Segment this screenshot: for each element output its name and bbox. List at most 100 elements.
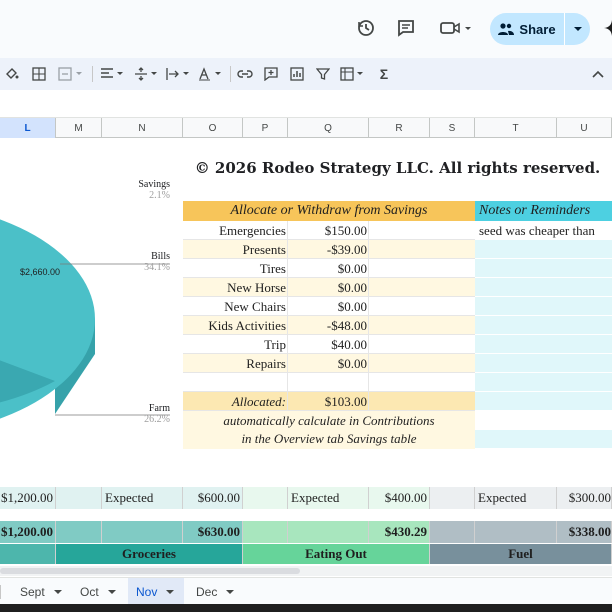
- filter-icon[interactable]: [314, 63, 332, 85]
- note-cell[interactable]: [475, 411, 612, 430]
- insert-link-icon[interactable]: [236, 63, 254, 85]
- actual-cell[interactable]: [475, 521, 557, 543]
- column-header-u[interactable]: U: [557, 118, 612, 138]
- note-cell[interactable]: [475, 259, 612, 278]
- category-fuel[interactable]: Fuel: [430, 544, 612, 564]
- meet-icon[interactable]: [436, 14, 476, 42]
- text-wrap-icon[interactable]: [164, 63, 194, 85]
- actual-cell[interactable]: [102, 521, 183, 543]
- note-cell[interactable]: [475, 316, 612, 335]
- actual-value-eating-out[interactable]: $430.29: [369, 521, 430, 543]
- gemini-icon[interactable]: [598, 14, 612, 42]
- allocated-value[interactable]: $103.00: [288, 392, 367, 411]
- savings-category-label[interactable]: Repairs: [183, 354, 286, 373]
- actual-cell[interactable]: [56, 521, 102, 543]
- column-header-q[interactable]: Q: [288, 118, 369, 138]
- note-cell[interactable]: [475, 278, 612, 297]
- share-options-button[interactable]: [565, 13, 590, 45]
- category-groceries[interactable]: Groceries: [56, 544, 243, 564]
- column-header-r[interactable]: R: [369, 118, 430, 138]
- actual-left-value[interactable]: $1,200.00: [0, 521, 56, 543]
- actual-cell[interactable]: [243, 521, 288, 543]
- actual-value-groceries[interactable]: $630.00: [183, 521, 243, 543]
- merge-cells-icon[interactable]: [56, 63, 86, 85]
- savings-category-label[interactable]: New Chairs: [183, 297, 286, 316]
- actual-value-fuel[interactable]: $338.00: [557, 521, 612, 543]
- functions-icon[interactable]: Σ: [376, 63, 392, 85]
- savings-amount[interactable]: $0.00: [288, 354, 367, 373]
- savings-amount[interactable]: -$39.00: [288, 240, 367, 259]
- column-header-s[interactable]: S: [430, 118, 475, 138]
- expected-left-value[interactable]: $1,200.00: [0, 487, 56, 509]
- note-cell[interactable]: [475, 373, 612, 392]
- savings-amount[interactable]: $150.00: [288, 221, 367, 240]
- pie-label-bills: Bills 34.1%: [100, 251, 170, 273]
- formula-bar[interactable]: [0, 90, 612, 118]
- column-header-m[interactable]: M: [56, 118, 102, 138]
- savings-category-label[interactable]: Trip: [183, 335, 286, 354]
- allocated-label: Allocated:: [231, 393, 286, 409]
- insert-chart-icon[interactable]: [288, 63, 306, 85]
- actual-cell[interactable]: [288, 521, 369, 543]
- horizontal-scrollbar[interactable]: [0, 566, 612, 576]
- tab-nov[interactable]: Nov: [128, 578, 184, 605]
- savings-table-header[interactable]: Allocate or Withdraw from Savings: [183, 201, 475, 221]
- expected-label-eating-out[interactable]: Expected: [288, 487, 369, 509]
- savings-amount[interactable]: -$48.00: [288, 316, 367, 335]
- savings-category-label[interactable]: Presents: [183, 240, 286, 259]
- pie-slice-bills[interactable]: [0, 201, 95, 437]
- horizontal-scrollbar-thumb[interactable]: [0, 568, 300, 574]
- column-header-l[interactable]: L: [0, 118, 56, 138]
- tab-dec[interactable]: Dec: [188, 578, 242, 605]
- borders-icon[interactable]: [30, 63, 48, 85]
- column-header-o[interactable]: O: [183, 118, 243, 138]
- version-history-icon[interactable]: [352, 14, 380, 42]
- expected-label-groceries[interactable]: Expected: [102, 487, 183, 509]
- expected-label-fuel[interactable]: Expected: [475, 487, 557, 509]
- note-cell[interactable]: [475, 335, 612, 354]
- tab-oct[interactable]: Oct: [72, 578, 124, 605]
- savings-category-label[interactable]: Kids Activities: [183, 316, 286, 335]
- category-eating-out[interactable]: Eating Out: [243, 544, 430, 564]
- expected-cell[interactable]: [243, 487, 288, 509]
- column-header-t[interactable]: T: [475, 118, 557, 138]
- column-header-n[interactable]: N: [102, 118, 183, 138]
- expected-value-fuel[interactable]: $300.00: [557, 487, 612, 509]
- column-header-p[interactable]: P: [243, 118, 288, 138]
- share-button[interactable]: Share: [490, 13, 564, 45]
- note-cell[interactable]: [475, 354, 612, 373]
- note-cell[interactable]: [475, 297, 612, 316]
- savings-category-label[interactable]: Emergencies: [183, 221, 286, 240]
- savings-category-label[interactable]: Tires: [183, 259, 286, 278]
- tab-sept[interactable]: Sept: [12, 578, 70, 605]
- savings-amount[interactable]: $0.00: [288, 278, 367, 297]
- expected-value-groceries[interactable]: $600.00: [183, 487, 243, 509]
- actual-cell[interactable]: [430, 521, 475, 543]
- note-cell[interactable]: [475, 430, 612, 449]
- fill-color-icon[interactable]: [4, 63, 20, 85]
- note-cell[interactable]: [475, 392, 612, 411]
- category-cell[interactable]: [0, 544, 56, 564]
- pie-label-savings: Savings 2.1%: [100, 179, 170, 201]
- sheet-grid[interactable]: $2,660.00 Savings 2.1% Bills 34.1% Farm …: [0, 139, 612, 577]
- pie-label-savings-pct: 2.1%: [149, 190, 170, 201]
- horizontal-align-icon[interactable]: [98, 63, 128, 85]
- expected-cell[interactable]: [56, 487, 102, 509]
- notes-table-header[interactable]: Notes or Reminders: [475, 201, 612, 221]
- text-rotation-icon[interactable]: [196, 63, 226, 85]
- vertical-align-icon[interactable]: [132, 63, 162, 85]
- insert-comment-icon[interactable]: [262, 63, 280, 85]
- top-bar: Share: [0, 0, 612, 58]
- savings-category-label[interactable]: New Horse: [183, 278, 286, 297]
- chevron-down-icon: [107, 589, 116, 594]
- savings-amount[interactable]: $0.00: [288, 259, 367, 278]
- note-cell[interactable]: [475, 240, 612, 259]
- filter-views-icon[interactable]: [338, 63, 368, 85]
- note-cell[interactable]: seed was cheaper than: [475, 221, 612, 240]
- comments-icon[interactable]: [392, 14, 420, 42]
- expected-value-eating-out[interactable]: $400.00: [369, 487, 430, 509]
- collapse-toolbar-icon[interactable]: [590, 63, 606, 85]
- expected-cell[interactable]: [430, 487, 475, 509]
- savings-amount[interactable]: $40.00: [288, 335, 367, 354]
- savings-amount[interactable]: $0.00: [288, 297, 367, 316]
